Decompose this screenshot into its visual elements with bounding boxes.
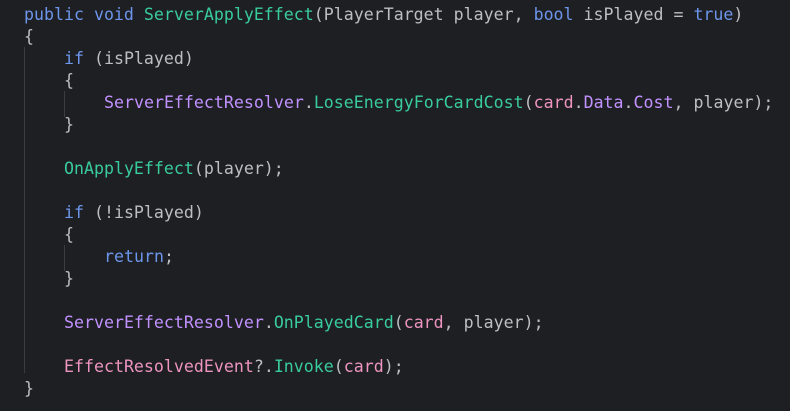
- keyword-if: if: [64, 203, 84, 222]
- code-line-method-signature[interactable]: public void ServerApplyEffect(PlayerTarg…: [24, 4, 743, 26]
- method-invoke: Invoke: [273, 357, 334, 376]
- method-name-server-apply-effect: ServerApplyEffect: [143, 5, 314, 24]
- code-line-close-brace[interactable]: }: [24, 378, 34, 400]
- if-condition: (isPlayed): [83, 49, 194, 68]
- code-line-open-brace[interactable]: {: [24, 26, 34, 48]
- local-card: card: [343, 357, 384, 376]
- call-arguments-rest: (player);: [193, 159, 284, 178]
- method-on-played-card: OnPlayedCard: [273, 313, 394, 332]
- if-condition: (!isPlayed): [83, 203, 204, 222]
- keyword-void: void: [93, 5, 134, 24]
- dot: .: [573, 93, 584, 112]
- code-line-lose-energy-call[interactable]: ServerEffectResolver.LoseEnergyForCardCo…: [104, 92, 773, 114]
- brace-open: {: [64, 71, 74, 90]
- open-paren: (: [313, 5, 324, 24]
- type-player-target: PlayerTarget: [323, 5, 444, 24]
- open-paren: (: [393, 313, 404, 332]
- param-player: player,: [443, 5, 534, 24]
- brace-open: {: [24, 27, 34, 46]
- code-line-on-apply-effect[interactable]: OnApplyEffect(player);: [64, 158, 284, 180]
- event-effect-resolved: EffectResolvedEvent: [64, 357, 254, 376]
- open-paren: (: [523, 93, 534, 112]
- local-card: card: [403, 313, 444, 332]
- code-line-effect-resolved-invoke[interactable]: EffectResolvedEvent?.Invoke(card);: [64, 356, 404, 378]
- brace-close: }: [64, 269, 74, 288]
- class-server-effect-resolver: ServerEffectResolver: [104, 93, 304, 112]
- brace-close: }: [24, 379, 34, 398]
- dot: .: [303, 93, 314, 112]
- call-arguments-rest: , player);: [443, 313, 544, 332]
- code-line-if-is-played[interactable]: if (isPlayed): [64, 48, 194, 70]
- call-arguments-rest: , player);: [673, 93, 774, 112]
- code-line-on-played-card-call[interactable]: ServerEffectResolver.OnPlayedCard(card, …: [64, 312, 544, 334]
- open-paren: (: [333, 357, 344, 376]
- close-paren: ): [733, 5, 744, 24]
- code-editor[interactable]: public void ServerApplyEffect(PlayerTarg…: [0, 0, 790, 411]
- dot: .: [623, 93, 634, 112]
- keyword-true: true: [693, 5, 734, 24]
- method-lose-energy-for-card-cost: LoseEnergyForCardCost: [313, 93, 524, 112]
- param-is-played: isPlayed =: [573, 5, 694, 24]
- brace-open: {: [64, 225, 74, 244]
- class-server-effect-resolver: ServerEffectResolver: [64, 313, 264, 332]
- semicolon: ;: [163, 247, 174, 266]
- method-on-apply-effect: OnApplyEffect: [64, 159, 194, 178]
- brace-close: }: [64, 115, 74, 134]
- local-card: card: [533, 93, 574, 112]
- call-arguments-rest: );: [383, 357, 404, 376]
- indent-guide-method-body: [24, 47, 25, 373]
- property-data: Data: [583, 93, 624, 112]
- code-line-close-brace-if-not[interactable]: }: [64, 268, 74, 290]
- keyword-bool: bool: [533, 5, 574, 24]
- keyword-return: return: [104, 247, 164, 266]
- code-line-close-brace-if[interactable]: }: [64, 114, 74, 136]
- code-line-return[interactable]: return;: [104, 246, 174, 268]
- keyword-if: if: [64, 49, 84, 68]
- code-line-open-brace-if[interactable]: {: [64, 70, 74, 92]
- property-cost: Cost: [633, 93, 674, 112]
- dot: .: [263, 313, 274, 332]
- code-line-if-not-is-played[interactable]: if (!isPlayed): [64, 202, 204, 224]
- null-conditional-operator: ?.: [253, 357, 274, 376]
- code-line-open-brace-if-not[interactable]: {: [64, 224, 74, 246]
- keyword-public: public: [24, 5, 84, 24]
